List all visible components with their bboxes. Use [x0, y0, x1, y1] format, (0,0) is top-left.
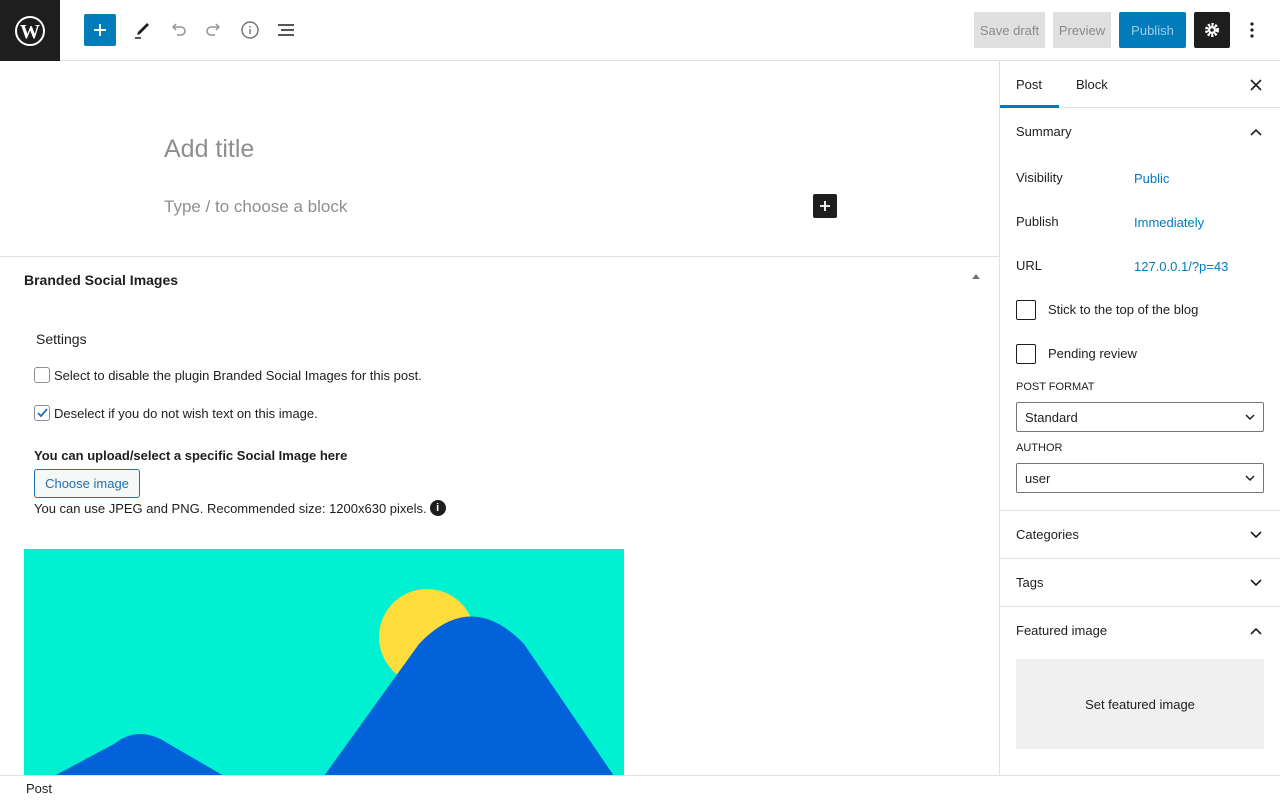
- tags-panel-header[interactable]: Tags: [1000, 559, 1280, 607]
- sticky-checkbox[interactable]: [1016, 300, 1036, 320]
- editor-toolbar: W Save draft Preview Publish: [0, 0, 1280, 61]
- post-title-input[interactable]: Add title: [164, 135, 254, 164]
- show-text-label: Deselect if you do not wish text on this…: [54, 405, 318, 421]
- plus-icon: [94, 24, 106, 36]
- sidebar-tabs: Post Block: [1000, 61, 1280, 108]
- publish-button[interactable]: Publish: [1119, 12, 1186, 48]
- categories-panel-header[interactable]: Categories: [1000, 511, 1280, 559]
- settings-sidebar: Post Block Summary Visibility Public Pub…: [999, 61, 1280, 775]
- svg-text:W: W: [20, 21, 40, 43]
- editor-canvas: Add title Type / to choose a block Brand…: [0, 61, 999, 775]
- social-image-preview: [24, 549, 624, 775]
- url-label: URL: [1016, 258, 1043, 273]
- info-icon: [241, 21, 259, 39]
- chevron-down-icon: [1244, 571, 1268, 595]
- visibility-label: Visibility: [1016, 170, 1063, 185]
- categories-title: Categories: [1016, 527, 1079, 542]
- redo-icon: [206, 23, 221, 36]
- redo-button[interactable]: [198, 14, 230, 46]
- metabox-title[interactable]: Branded Social Images: [24, 272, 178, 288]
- more-vertical-icon: [1250, 22, 1254, 38]
- block-placeholder[interactable]: Type / to choose a block: [164, 197, 347, 217]
- more-options-button[interactable]: [1240, 14, 1264, 46]
- inline-add-block-button[interactable]: [813, 194, 837, 218]
- settings-button[interactable]: [1194, 12, 1230, 48]
- show-text-option[interactable]: Deselect if you do not wish text on this…: [34, 405, 318, 421]
- featured-image-panel-header[interactable]: Featured image: [1000, 607, 1280, 655]
- post-format-select[interactable]: Standard: [1016, 402, 1264, 432]
- plus-icon: [820, 201, 830, 211]
- post-format-label: POST FORMAT: [1016, 381, 1095, 393]
- chevron-up-icon: [1244, 619, 1268, 643]
- chevron-down-icon: [1245, 414, 1255, 421]
- list-view-icon: [278, 24, 294, 36]
- tools-pen-button[interactable]: [126, 14, 158, 46]
- visibility-value-link[interactable]: Public: [1134, 171, 1169, 186]
- show-text-checkbox[interactable]: [34, 405, 50, 421]
- chevron-up-icon: [1244, 120, 1268, 144]
- chevron-down-icon: [1245, 475, 1255, 482]
- list-view-button[interactable]: [270, 14, 302, 46]
- disable-plugin-label: Select to disable the plugin Branded Soc…: [54, 367, 422, 383]
- wordpress-logo-icon[interactable]: W: [0, 0, 60, 61]
- pen-icon: [135, 23, 149, 39]
- publish-label: Publish: [1016, 214, 1059, 229]
- breadcrumb-post[interactable]: Post: [26, 781, 52, 796]
- post-format-value: Standard: [1025, 409, 1078, 425]
- pending-review-label[interactable]: Pending review: [1048, 346, 1137, 361]
- disable-plugin-checkbox[interactable]: [34, 367, 50, 383]
- landscape-illustration: [55, 589, 614, 775]
- details-info-button[interactable]: [234, 14, 266, 46]
- info-icon[interactable]: i: [429, 500, 446, 516]
- image-hint-text: You can use JPEG and PNG. Recommended si…: [34, 500, 427, 516]
- summary-title: Summary: [1016, 124, 1072, 139]
- close-icon: [1250, 79, 1262, 91]
- undo-button[interactable]: [162, 14, 194, 46]
- checkmark-icon: [37, 408, 48, 418]
- publish-date-link[interactable]: Immediately: [1134, 215, 1204, 230]
- summary-panel-header[interactable]: Summary: [1000, 108, 1280, 156]
- disable-plugin-option[interactable]: Select to disable the plugin Branded Soc…: [34, 367, 422, 383]
- featured-image-title: Featured image: [1016, 623, 1108, 638]
- author-label: AUTHOR: [1016, 442, 1063, 454]
- undo-icon: [171, 23, 186, 36]
- preview-button[interactable]: Preview: [1053, 12, 1111, 48]
- gear-icon: [1205, 23, 1219, 37]
- url-link[interactable]: 127.0.0.1/?p=43: [1134, 259, 1228, 274]
- branded-social-images-metabox: Branded Social Images Settings Select to…: [0, 256, 999, 775]
- set-featured-image-button[interactable]: Set featured image: [1016, 659, 1264, 749]
- collapse-toggle-icon[interactable]: [972, 274, 980, 279]
- image-hint: You can use JPEG and PNG. Recommended si…: [34, 500, 446, 516]
- pending-review-checkbox[interactable]: [1016, 344, 1036, 364]
- tags-title: Tags: [1016, 575, 1044, 590]
- close-sidebar-button[interactable]: [1244, 73, 1268, 97]
- block-breadcrumb-bar: Post: [0, 775, 1280, 800]
- save-draft-button[interactable]: Save draft: [974, 12, 1045, 48]
- author-value: user: [1025, 470, 1051, 486]
- upload-heading: You can upload/select a specific Social …: [34, 448, 348, 463]
- settings-heading: Settings: [36, 331, 87, 347]
- sticky-label[interactable]: Stick to the top of the blog: [1048, 302, 1198, 317]
- choose-image-button[interactable]: Choose image: [34, 469, 140, 498]
- tab-post[interactable]: Post: [1016, 61, 1042, 108]
- chevron-down-icon: [1244, 523, 1268, 547]
- add-block-button[interactable]: [84, 14, 116, 46]
- tab-block[interactable]: Block: [1076, 61, 1108, 108]
- author-select[interactable]: user: [1016, 463, 1264, 493]
